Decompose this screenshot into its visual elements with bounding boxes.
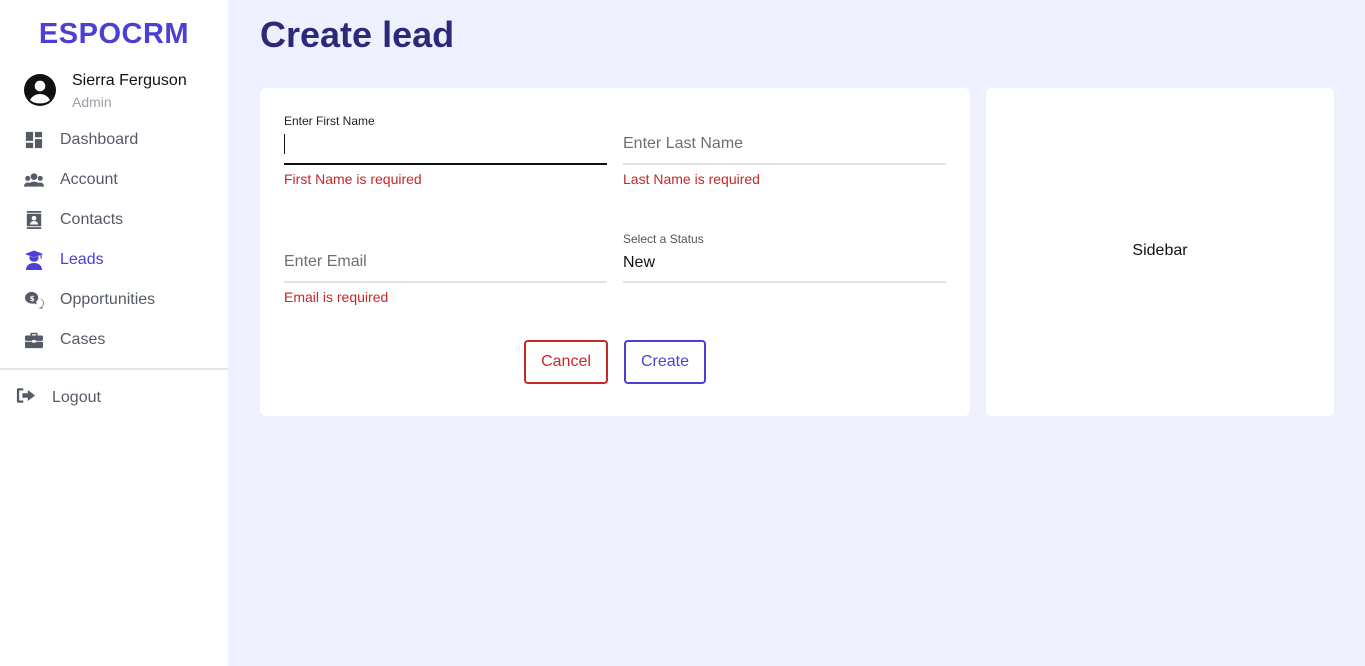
logout-label: Logout xyxy=(52,389,101,406)
logout-icon xyxy=(16,387,36,409)
nav-item-label: Account xyxy=(60,171,118,188)
email-input[interactable] xyxy=(284,247,607,277)
nav-sidebar: ESPOCRM Sierra Ferguson Admin Dashboard … xyxy=(0,0,228,666)
contacts-icon xyxy=(24,210,44,230)
email-error: Email is required xyxy=(284,289,389,305)
status-value[interactable]: New xyxy=(623,254,655,272)
cancel-button[interactable]: Cancel xyxy=(524,340,608,384)
user-name: Sierra Ferguson xyxy=(72,72,187,89)
nav-item-dashboard[interactable]: Dashboard xyxy=(24,120,224,160)
first-name-input[interactable] xyxy=(284,129,607,159)
email-underline xyxy=(284,281,607,283)
create-lead-form: Enter First Name First Name is required … xyxy=(260,88,970,416)
nav-item-opportunities[interactable]: $ Opportunities xyxy=(24,280,224,320)
nav-item-contacts[interactable]: Contacts xyxy=(24,200,224,240)
last-name-input[interactable] xyxy=(623,129,946,159)
account-circle-icon xyxy=(24,74,56,106)
nav-divider xyxy=(0,368,228,370)
nav-item-label: Dashboard xyxy=(60,131,139,148)
user-role: Admin xyxy=(72,94,112,110)
money-chat-icon: $ xyxy=(24,290,44,310)
sidebar-panel-label: Sidebar xyxy=(1132,242,1188,259)
briefcase-icon xyxy=(24,330,44,350)
sidebar-panel: Sidebar xyxy=(986,88,1334,416)
nav-item-cases[interactable]: Cases xyxy=(24,320,224,360)
logout-button[interactable]: Logout xyxy=(16,378,101,418)
text-caret xyxy=(284,134,285,154)
last-name-error: Last Name is required xyxy=(623,171,760,187)
page-title: Create lead xyxy=(260,14,455,55)
svg-text:$: $ xyxy=(30,294,35,303)
brand-logo[interactable]: ESPOCRM xyxy=(0,18,228,51)
last-name-underline xyxy=(623,163,946,165)
nav-item-label: Cases xyxy=(60,331,106,348)
nav-item-leads[interactable]: Leads xyxy=(24,240,224,280)
status-underline xyxy=(623,281,946,283)
create-button[interactable]: Create xyxy=(624,340,706,384)
nav-item-label: Contacts xyxy=(60,211,124,228)
first-name-underline xyxy=(284,163,607,165)
people-icon xyxy=(24,170,44,190)
dashboard-icon xyxy=(24,130,44,150)
first-name-error: First Name is required xyxy=(284,171,422,187)
nav-item-label: Leads xyxy=(60,251,104,268)
status-label: Select a Status xyxy=(623,232,704,246)
graduate-icon xyxy=(24,250,44,270)
nav-item-account[interactable]: Account xyxy=(24,160,224,200)
first-name-label: Enter First Name xyxy=(284,114,375,128)
app-root: ESPOCRM Sierra Ferguson Admin Dashboard … xyxy=(0,0,1365,666)
nav-item-label: Opportunities xyxy=(60,291,156,308)
